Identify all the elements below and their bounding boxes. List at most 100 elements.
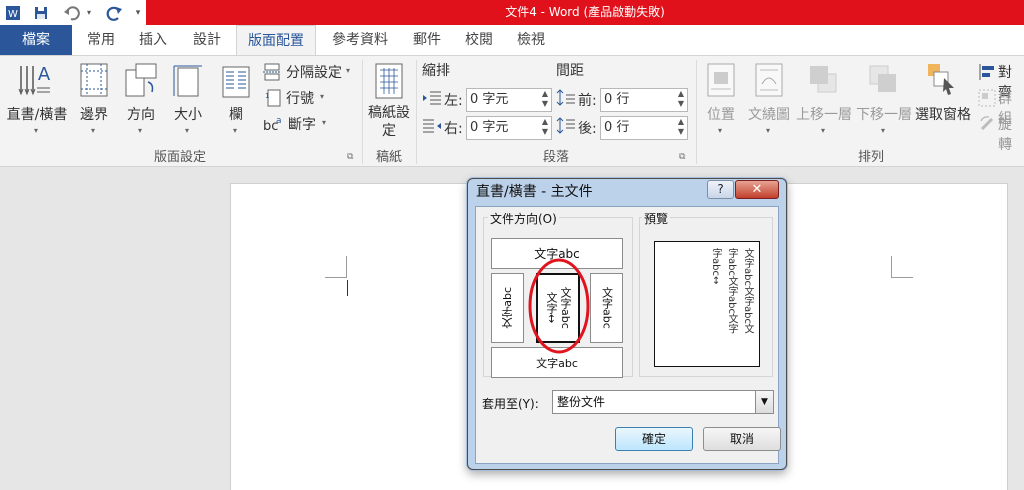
ok-button[interactable]: 確定 [615,427,693,451]
option-rotated-right-text: 文字abc [600,287,614,329]
draft-paper-icon [375,63,403,99]
hyphenation-icon: bca [263,116,282,133]
option-rotated-right[interactable]: 文字abc [590,273,623,343]
customize-toolbar-icon[interactable]: ▾ [133,3,143,22]
group-divider [362,60,363,164]
crop-mark-top-right [891,256,913,278]
chevron-down-icon: ▾ [881,126,886,135]
apply-to-select[interactable]: 整份文件 ▼ [552,390,774,414]
breaks-button[interactable]: 分隔設定 ▾ [262,62,358,82]
text-direction-button[interactable]: A 直書/橫書 ▾ [4,62,68,142]
undo-icon[interactable] [62,3,82,22]
wrap-text-button[interactable]: 文繞圖 ▾ [746,62,792,142]
svg-text:1: 1 [265,92,269,100]
option-rotated-left-text: 文字abc [500,287,514,329]
tab-references[interactable]: 參考資料 [322,25,398,55]
margins-label: 邊界 [80,107,108,123]
draft-settings-button[interactable]: 稿紙設定 [366,62,412,142]
line-numbers-button[interactable]: 1 行號 ▾ [262,88,358,108]
tab-insert[interactable]: 插入 [130,25,176,55]
rotate-button[interactable]: 旋轉 [978,114,1024,153]
group-icon [978,89,996,107]
tab-layout[interactable]: 版面配置 [236,25,316,56]
bring-forward-button[interactable]: 上移一層 ▾ [794,62,854,142]
text-cursor [347,280,348,296]
size-icon [173,65,202,97]
spacing-before-input[interactable]: 0 行 ▲ ▼ [600,88,688,112]
word-window: W ▾ ▾ 文件4 - Word (產品啟動失敗) 檔案 常用 插入 設計 版面… [0,0,1024,490]
columns-label: 欄 [229,107,243,123]
chevron-down-icon: ▾ [322,118,327,127]
close-button[interactable]: ✕ [735,180,779,199]
page-setup-group-label: 版面設定 [153,150,206,165]
selection-pane-label: 選取窗格 [915,107,971,123]
group-button[interactable]: 群組 [978,88,1024,127]
save-icon[interactable] [32,3,50,22]
paragraph-launcher-icon[interactable]: ⧉ [679,152,685,162]
help-button[interactable]: ? [707,180,734,199]
indent-right-input[interactable]: 0 字元 ▲ ▼ [466,116,552,140]
spinner-arrows-icon[interactable]: ▲ ▼ [678,117,684,137]
spacing-before-icon [556,89,576,109]
indent-right-value: 0 字元 [470,120,509,135]
redo-icon[interactable] [105,3,125,22]
orientation-button[interactable]: 方向 ▾ [120,62,162,142]
chevron-down-icon: ▾ [718,126,723,135]
send-backward-label: 下移一層 [856,107,912,123]
send-backward-button[interactable]: 下移一層 ▾ [854,62,914,142]
spinner-arrows-icon[interactable]: ▲ ▼ [678,89,684,109]
tab-home[interactable]: 常用 [78,25,124,55]
spacing-after-label: 後: [578,121,597,137]
hyphenation-label: 斷字 [288,117,316,133]
chevron-down-icon[interactable]: ▼ [755,391,773,413]
chevron-down-icon: ▾ [821,126,826,135]
preview-label: 預覽 [642,210,671,227]
dialog-title: 直書/橫書 - 主文件 [476,184,593,200]
cancel-button[interactable]: 取消 [703,427,781,451]
tab-design[interactable]: 設計 [184,25,230,55]
spacing-after-input[interactable]: 0 行 ▲ ▼ [600,116,688,140]
orientation-icon [125,63,157,97]
tab-view[interactable]: 檢視 [508,25,554,55]
margins-button[interactable]: 邊界 ▾ [74,62,114,142]
spinner-arrows-icon[interactable]: ▲ ▼ [542,89,548,109]
apply-to-label: 套用至(Y): [482,397,539,411]
rotate-icon [980,116,994,131]
bring-forward-label: 上移一層 [796,107,852,123]
indent-left-input[interactable]: 0 字元 ▲ ▼ [466,88,552,112]
send-backward-icon [869,65,896,92]
crop-mark-top-left [325,256,347,278]
size-button[interactable]: 大小 ▾ [168,62,208,142]
wrap-text-icon [755,63,783,97]
orientation-label: 文件方向(O) [488,210,559,227]
position-label: 位置 [707,107,735,123]
spacing-heading: 間距 [556,63,584,79]
tab-mailings[interactable]: 郵件 [404,25,450,55]
spinner-arrows-icon[interactable]: ▲ ▼ [542,117,548,137]
spacing-after-icon [556,117,576,137]
page-setup-launcher-icon[interactable]: ⧉ [347,152,353,162]
tab-review[interactable]: 校閱 [456,25,502,55]
tab-file[interactable]: 檔案 [0,25,72,55]
option-rotated-left[interactable]: 文字abc [491,273,524,343]
svg-text:W: W [8,9,18,20]
chevron-down-icon: ▾ [320,92,325,101]
position-button[interactable]: 位置 ▾ [700,62,742,142]
svg-text:a: a [276,116,282,126]
draft-group-label: 稿紙 [375,150,402,165]
selection-pane-button[interactable]: 選取窗格 [914,62,972,142]
text-direction-icon: A [18,64,51,96]
preview-column: 文字abc文字abc文 [742,248,753,334]
columns-button[interactable]: 欄 ▾ [216,62,256,142]
group-divider [696,60,697,164]
word-icon[interactable]: W [4,3,22,22]
indent-right-icon [422,117,442,137]
spacing-before-value: 0 行 [604,92,630,107]
preview-column: 字abc↔ [710,248,721,285]
spacing-after-value: 0 行 [604,120,630,135]
preview-text: 文字abc文字abc文 字abc文字abc文字 字abc↔ [709,248,753,360]
highlight-circle [528,258,590,354]
undo-dropdown-icon[interactable]: ▾ [84,3,94,22]
hyphenation-button[interactable]: bc a 斷字 ▾ [262,114,358,134]
align-button[interactable]: 對齊 [978,62,1024,101]
